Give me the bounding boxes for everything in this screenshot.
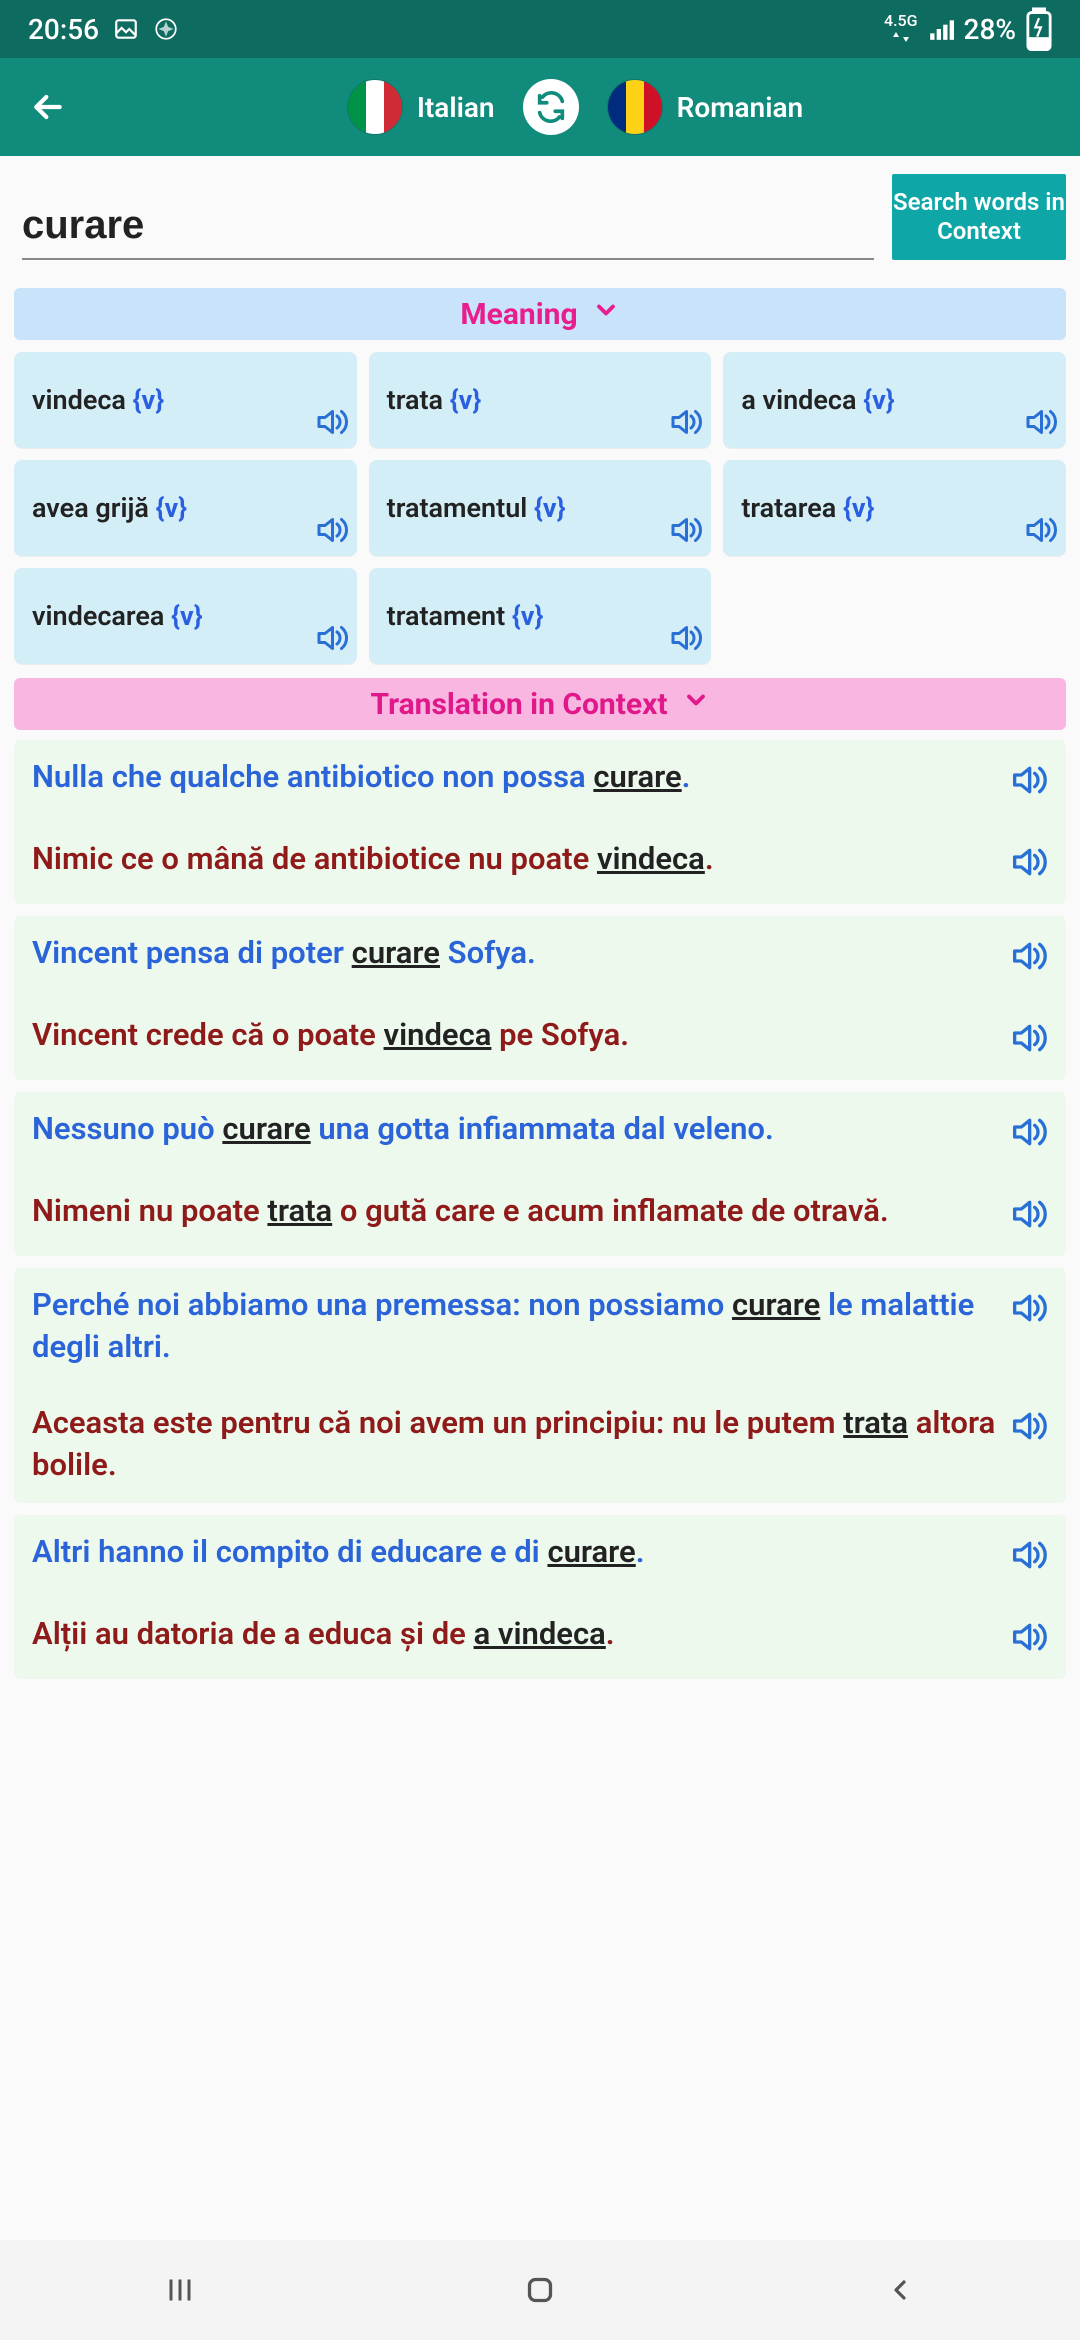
flag-romania-icon [607, 79, 663, 135]
context-source-text: Nulla che qualche antibiotico non possa … [32, 756, 996, 798]
meaning-word: a vindeca {v} [741, 384, 894, 416]
context-source-text: Vincent pensa di poter curare Sofya. [32, 932, 996, 974]
meaning-card[interactable]: a vindeca {v} [723, 352, 1066, 448]
system-nav-bar [0, 2240, 1080, 2340]
context-card: Nulla che qualche antibiotico non possa … [14, 740, 1066, 904]
meaning-card[interactable]: tratament {v} [369, 568, 712, 664]
context-card: Nessuno può curare una gotta infiammata … [14, 1092, 1066, 1256]
back-button[interactable] [18, 77, 78, 137]
context-card: Vincent pensa di poter curare Sofya. Vinc… [14, 916, 1066, 1080]
context-source-text: Perché noi abbiamo una premessa: non pos… [32, 1284, 996, 1368]
speaker-icon[interactable] [667, 620, 703, 660]
context-list: Nulla che qualche antibiotico non possa … [14, 740, 1066, 1679]
meaning-word: trata {v} [387, 384, 482, 416]
meaning-card[interactable]: vindeca {v} [14, 352, 357, 448]
context-source-text: Altri hanno il compito di educare e di c… [32, 1531, 996, 1573]
meaning-word: tratament {v} [387, 600, 544, 632]
flag-italy-icon [347, 79, 403, 135]
speaker-icon[interactable] [1008, 1617, 1048, 1661]
speaker-icon[interactable] [1008, 1406, 1048, 1450]
swap-languages-button[interactable] [523, 79, 579, 135]
language-header: Italian Romanian [0, 58, 1080, 156]
search-input[interactable] [22, 197, 874, 260]
context-card: Perché noi abbiamo una premessa: non pos… [14, 1268, 1066, 1503]
target-language-label: Romanian [677, 91, 804, 124]
speaker-icon[interactable] [1008, 936, 1048, 980]
meaning-card[interactable]: avea grijă {v} [14, 460, 357, 556]
meaning-card[interactable]: tratarea {v} [723, 460, 1066, 556]
context-target-text: Aceasta este pentru că noi avem un princ… [32, 1402, 996, 1486]
chevron-down-icon [592, 296, 620, 332]
chevron-down-icon [682, 686, 710, 722]
nav-home-button[interactable] [480, 2265, 600, 2315]
meaning-card[interactable]: trata {v} [369, 352, 712, 448]
speaker-icon[interactable] [1008, 1194, 1048, 1238]
context-title: Translation in Context [370, 687, 667, 722]
meaning-word: avea grijă {v} [32, 492, 187, 524]
source-language[interactable]: Italian [347, 79, 495, 135]
network-type: 4.5G [884, 13, 918, 45]
speaker-icon[interactable] [1008, 760, 1048, 804]
meaning-grid: vindeca {v} trata {v} a vindeca {v} avea gr… [14, 352, 1066, 664]
meaning-word: tratamentul {v} [387, 492, 566, 524]
context-target-text: Nimeni nu poate trata o gută care e acum… [32, 1190, 996, 1232]
search-row: Search words inContext [0, 156, 1080, 278]
speaker-icon[interactable] [313, 404, 349, 444]
speaker-icon[interactable] [1008, 1112, 1048, 1156]
compass-icon [153, 16, 179, 42]
nav-back-button[interactable] [840, 2265, 960, 2315]
source-language-label: Italian [417, 91, 495, 124]
search-context-button[interactable]: Search words inContext [892, 174, 1066, 260]
speaker-icon[interactable] [1022, 512, 1058, 552]
meaning-word: tratarea {v} [741, 492, 874, 524]
speaker-icon[interactable] [313, 620, 349, 660]
battery-icon [1026, 16, 1052, 42]
meaning-word: vindeca {v} [32, 384, 164, 416]
speaker-icon[interactable] [1008, 1018, 1048, 1062]
context-source-text: Nessuno può curare una gotta infiammata … [32, 1108, 996, 1150]
meaning-section-header[interactable]: Meaning [14, 288, 1066, 340]
status-time: 20:56 [28, 13, 99, 46]
speaker-icon[interactable] [313, 512, 349, 552]
battery-percent: 28% [964, 13, 1016, 46]
meaning-card[interactable]: vindecarea {v} [14, 568, 357, 664]
speaker-icon[interactable] [1022, 404, 1058, 444]
nav-recents-button[interactable] [120, 2265, 240, 2315]
speaker-icon[interactable] [1008, 842, 1048, 886]
meaning-card[interactable]: tratamentul {v} [369, 460, 712, 556]
context-card: Altri hanno il compito di educare e di c… [14, 1515, 1066, 1679]
speaker-icon[interactable] [1008, 1535, 1048, 1579]
speaker-icon[interactable] [667, 404, 703, 444]
signal-icon [928, 16, 954, 42]
context-target-text: Alții au datoria de a educa și de a vind… [32, 1613, 996, 1655]
context-target-text: Nimic ce o mână de antibiotice nu poate … [32, 838, 996, 880]
image-icon [113, 16, 139, 42]
speaker-icon[interactable] [667, 512, 703, 552]
status-bar: 20:56 4.5G 28% [0, 0, 1080, 58]
meaning-title: Meaning [460, 297, 577, 332]
context-target-text: Vincent crede că o poate vindeca pe Sofy… [32, 1014, 996, 1056]
speaker-icon[interactable] [1008, 1288, 1048, 1332]
target-language[interactable]: Romanian [607, 79, 804, 135]
context-section-header[interactable]: Translation in Context [14, 678, 1066, 730]
meaning-word: vindecarea {v} [32, 600, 203, 632]
